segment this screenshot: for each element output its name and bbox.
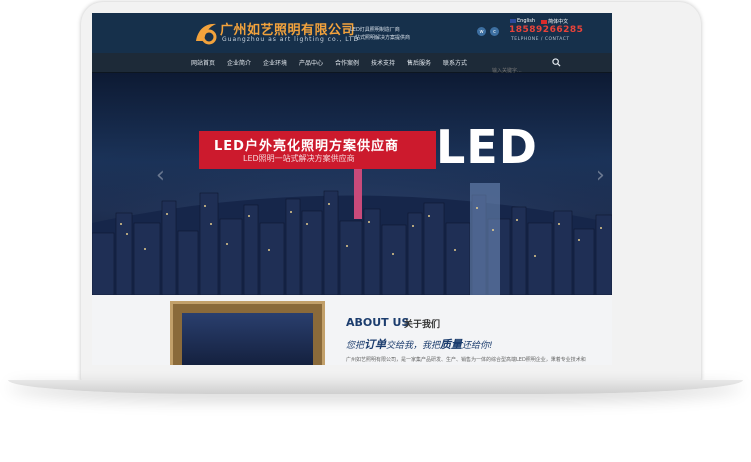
weibo-icon[interactable]: w	[477, 27, 486, 36]
nav-item-profile[interactable]: 企业简介	[221, 58, 257, 67]
laptop-base	[8, 380, 743, 394]
banner-prev-arrow-icon[interactable]: ‹	[156, 165, 168, 187]
city-skyline-image	[92, 73, 612, 295]
banner-next-arrow-icon[interactable]: ›	[596, 165, 608, 187]
about-title: ABOUT US	[346, 316, 410, 329]
main-nav: 网站首页 企业简介 企业环境 产品中心 合作案例 技术支持 售后服务 联系方式	[92, 53, 612, 76]
nav-item-cases[interactable]: 合作案例	[329, 58, 365, 67]
header-slogan: LED灯具照明制造厂商 一站式照明解决方案提供商	[350, 26, 410, 42]
social-icons: w c	[477, 27, 499, 36]
lang-chinese[interactable]: 简体中文	[541, 18, 568, 25]
nav-item-environment[interactable]: 企业环境	[257, 58, 293, 67]
uk-flag-icon	[510, 18, 516, 23]
logo-icon[interactable]	[192, 19, 220, 47]
banner-headline: LED户外亮化照明方案供应商	[214, 139, 399, 154]
hero-banner: ‹ › LED户外亮化照明方案供应商 LED照明一站式解决方案供应商 LED	[92, 73, 612, 295]
china-flag-icon	[541, 19, 548, 24]
nav-item-after-sales[interactable]: 售后服务	[401, 58, 437, 67]
site-header: 广州如艺照明有限公司 Guangzhou as art lighting co.…	[92, 13, 612, 53]
banner-big-text: LED	[436, 120, 538, 174]
about-photo-frame	[170, 301, 325, 365]
about-description: 广州如艺照明有限公司，是一家集产品研发、生产、销售为一体的综合型高端LED照明企…	[346, 357, 586, 363]
nav-item-tech-support[interactable]: 技术支持	[365, 58, 401, 67]
about-slogan: 您把订单交给我，我把质量还给你!	[346, 336, 493, 352]
slogan-pre: 您把	[346, 341, 365, 351]
slogan-highlight-2: 质量	[440, 338, 463, 351]
brand-english-name: Guangzhou as art lighting co., LTD	[222, 36, 360, 43]
slogan-mid: 交给我，我把	[386, 341, 441, 351]
lang-english[interactable]: English	[510, 18, 535, 25]
nav-item-home[interactable]: 网站首页	[185, 58, 221, 67]
about-photo	[182, 313, 313, 365]
search-box	[490, 57, 562, 76]
slogan-post: 还给你!	[462, 341, 493, 351]
about-section: ABOUT US 关于我们 您把订单交给我，我把质量还给你! 广州如艺照明有限公…	[92, 295, 612, 365]
nav-item-contact[interactable]: 联系方式	[437, 58, 473, 67]
about-title-cn: 关于我们	[404, 320, 441, 330]
phone-caption: TELPHONE / CONTACT	[511, 37, 570, 42]
nav-item-products[interactable]: 产品中心	[293, 58, 329, 67]
wechat-icon[interactable]: c	[490, 27, 499, 36]
slogan-line-2: 一站式照明解决方案提供商	[350, 35, 411, 41]
nav-items: 网站首页 企业简介 企业环境 产品中心 合作案例 技术支持 售后服务 联系方式	[185, 53, 473, 72]
slogan-line-1: LED灯具照明制造厂商	[350, 27, 400, 33]
language-switcher: English 简体中文	[510, 18, 568, 25]
search-icon[interactable]	[552, 58, 561, 67]
slogan-highlight-1: 订单	[364, 338, 387, 351]
website-screen: 广州如艺照明有限公司 Guangzhou as art lighting co.…	[92, 13, 612, 365]
banner-subline: LED照明一站式解决方案供应商	[243, 154, 355, 163]
phone-number: 18589266285	[509, 25, 584, 35]
